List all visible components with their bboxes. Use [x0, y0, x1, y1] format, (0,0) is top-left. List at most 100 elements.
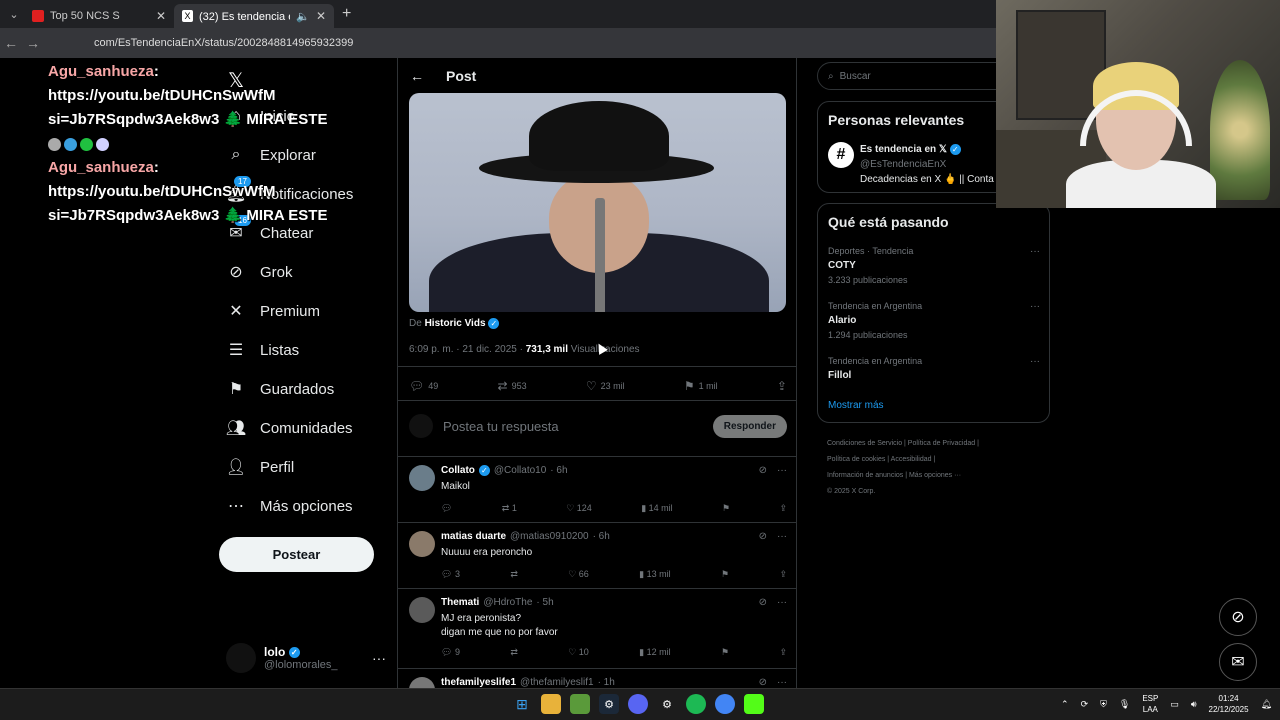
trend-item[interactable]: Tendencia en Argentina Alario 1.294 publ… — [828, 301, 1040, 340]
share-icon[interactable]: ⇪ — [779, 569, 787, 580]
settings-icon[interactable]: ⚙ — [657, 694, 677, 714]
hashtag-avatar[interactable]: # — [828, 142, 854, 168]
post-button[interactable]: Postear — [219, 537, 374, 572]
tab-x-post[interactable]: X (32) Es tendencia en 𝕏 en X 🔈 ✕ — [174, 4, 334, 28]
like-button[interactable]: ♡ 23 mil — [586, 379, 625, 393]
verified-icon: ✓ — [288, 647, 300, 659]
new-tab-button[interactable]: + — [342, 5, 351, 23]
back-icon[interactable]: ← — [0, 35, 22, 51]
microphone-image — [595, 198, 605, 312]
trend-item[interactable]: Tendencia en Argentina Fillol ··· — [828, 356, 1040, 381]
respond-button[interactable]: Responder — [712, 414, 787, 438]
post-source: De Historic Vids ✓ — [409, 318, 500, 329]
reply-item[interactable]: Collato ✓ @Collato10 · 6h ⊘ ··· Maikol 💬︎ ⇄ … — [409, 465, 787, 523]
chevron-up-icon[interactable]: ⌃ — [1061, 699, 1069, 710]
bookmark-icon[interactable]: ⚑ — [721, 569, 729, 580]
reply-item[interactable]: Themati @HdroThe · 5h ⊘ ··· MJ era peronist… — [409, 597, 787, 669]
language-indicator[interactable]: ESP LAA — [1142, 693, 1158, 715]
bookmark-icon[interactable]: ⚑ — [722, 503, 730, 514]
more-icon[interactable]: ··· — [777, 531, 787, 542]
repost-icon[interactable]: ⇄ — [510, 569, 518, 580]
search-icon: ⌕ — [828, 70, 834, 82]
repost-icon[interactable]: ⇄ — [510, 647, 518, 658]
heart-icon[interactable]: ♡ 124 — [566, 503, 592, 514]
show-more-link[interactable]: Mostrar más — [828, 400, 884, 411]
nav-item-more[interactable]: ⋯ Más opciones — [226, 496, 353, 516]
more-icon[interactable]: ··· — [777, 597, 787, 608]
back-arrow-icon[interactable]: ← — [410, 68, 424, 84]
grok-icon: ⊘ — [1231, 609, 1245, 626]
nav-item-communities[interactable]: 👥︎ Comunidades — [226, 418, 353, 438]
speaker-icon[interactable]: 🔈 — [296, 10, 310, 23]
post-video[interactable] — [409, 93, 786, 312]
comment-icon[interactable]: 💬︎ 9 — [441, 647, 460, 658]
bookmark-icon[interactable]: ⚑ — [721, 647, 729, 658]
views-icon[interactable]: ▮ 12 mil — [639, 647, 670, 658]
search-input[interactable]: ⌕ Buscar — [817, 62, 1017, 90]
close-tab-icon[interactable]: ✕ — [316, 9, 326, 23]
repost-button[interactable]: ⇄ 953 — [498, 379, 527, 393]
microphone-icon[interactable]: 🎙︎ — [1119, 699, 1130, 710]
taskbar: ⊞ ⚙ ⚙ ⌃ ⟳ ⛨ 🎙︎ ESP LAA ▭ 🔊︎ 01:24 22/12/20… — [0, 688, 1280, 720]
nav-item-grok[interactable]: ⊘ Grok — [226, 262, 292, 282]
nav-item-profile[interactable]: 👤︎ Perfil — [226, 457, 294, 477]
file-explorer-icon[interactable] — [541, 694, 561, 714]
youtube-icon — [32, 10, 44, 22]
nav-item-bookmarks[interactable]: ⚑ Guardados — [226, 379, 334, 399]
share-button[interactable]: ⇪ — [777, 379, 787, 393]
bookmark-button[interactable]: ⚑ 1 mil — [684, 379, 718, 393]
tab-music[interactable]: Top 50 NCS S ✕ — [24, 4, 174, 28]
minecraft-icon[interactable] — [570, 694, 590, 714]
discord-icon[interactable] — [628, 694, 648, 714]
reply-item[interactable]: thefamilyeslife1 @thefamilyeslif1 · 1h ⊘ ··… — [409, 677, 787, 688]
grok-icon[interactable]: ⊘ — [759, 597, 767, 608]
reply-button[interactable]: 💬︎ 49 — [409, 379, 438, 393]
volume-icon[interactable]: 🔊︎ — [1191, 699, 1197, 710]
grok-icon[interactable]: ⊘ — [759, 677, 767, 688]
clock[interactable]: 01:24 22/12/2025 — [1209, 693, 1249, 715]
messages-floating-button[interactable]: ✉ — [1219, 643, 1257, 681]
reply-input[interactable]: Postea tu respuesta — [443, 419, 559, 434]
more-icon[interactable]: ··· — [1030, 356, 1040, 367]
sync-icon[interactable]: ⟳ — [1081, 699, 1089, 710]
comment-icon[interactable]: 💬︎ — [441, 503, 452, 514]
chrome-icon[interactable] — [715, 694, 735, 714]
more-icon[interactable]: ··· — [1030, 301, 1040, 312]
x-icon: ✕ — [229, 303, 243, 320]
repost-icon[interactable]: ⇄ 1 — [502, 503, 517, 514]
share-icon[interactable]: ⇪ — [779, 647, 787, 658]
grok-floating-button[interactable]: ⊘ — [1219, 598, 1257, 636]
nav-item-premium[interactable]: ✕ Premium — [226, 301, 320, 321]
more-icon[interactable]: ··· — [1030, 246, 1040, 257]
kick-icon[interactable] — [744, 694, 764, 714]
notification-bell-icon[interactable]: 🔔︎ — [1261, 699, 1272, 710]
views-icon[interactable]: ▮ 14 mil — [641, 503, 672, 514]
grok-icon[interactable]: ⊘ — [759, 531, 767, 542]
network-icon[interactable]: ▭ — [1170, 699, 1179, 710]
more-icon[interactable]: ··· — [777, 465, 787, 476]
views-icon[interactable]: ▮ 13 mil — [639, 569, 670, 580]
reply-item[interactable]: matias duarte @matias0910200 · 6h ⊘ ··· Nuu… — [409, 531, 787, 589]
card-title: Qué está pasando — [828, 214, 949, 230]
steam-icon[interactable]: ⚙ — [599, 694, 619, 714]
verified-icon: ✓ — [478, 465, 490, 476]
spotify-icon[interactable] — [686, 694, 706, 714]
heart-icon[interactable]: ♡ 10 — [568, 647, 589, 658]
comment-icon[interactable]: 💬︎ 3 — [441, 569, 460, 580]
close-tab-icon[interactable]: ✕ — [156, 9, 166, 23]
more-icon[interactable]: ··· — [777, 677, 787, 688]
forward-icon[interactable]: → — [22, 35, 44, 51]
nav-item-lists[interactable]: ☰ Listas — [226, 340, 299, 360]
trend-item[interactable]: Deportes · Tendencia COTY 3.233 publicac… — [828, 246, 1040, 285]
badge-icon — [96, 137, 109, 151]
url-field[interactable]: com/EsTendenciaEnX/status/20028488149659… — [94, 37, 353, 49]
tab-search-button[interactable]: ⌄ — [4, 4, 24, 24]
security-icon[interactable]: ⛨ — [1100, 699, 1107, 710]
grok-icon[interactable]: ⊘ — [759, 465, 767, 476]
more-icon[interactable]: ··· — [372, 650, 386, 666]
source-link[interactable]: Historic Vids — [425, 318, 486, 329]
account-switcher[interactable]: lolo ✓ @lolomorales_ ··· — [226, 643, 386, 673]
heart-icon[interactable]: ♡ 66 — [568, 569, 589, 580]
windows-start-icon[interactable]: ⊞ — [512, 694, 532, 714]
share-icon[interactable]: ⇪ — [779, 503, 787, 514]
